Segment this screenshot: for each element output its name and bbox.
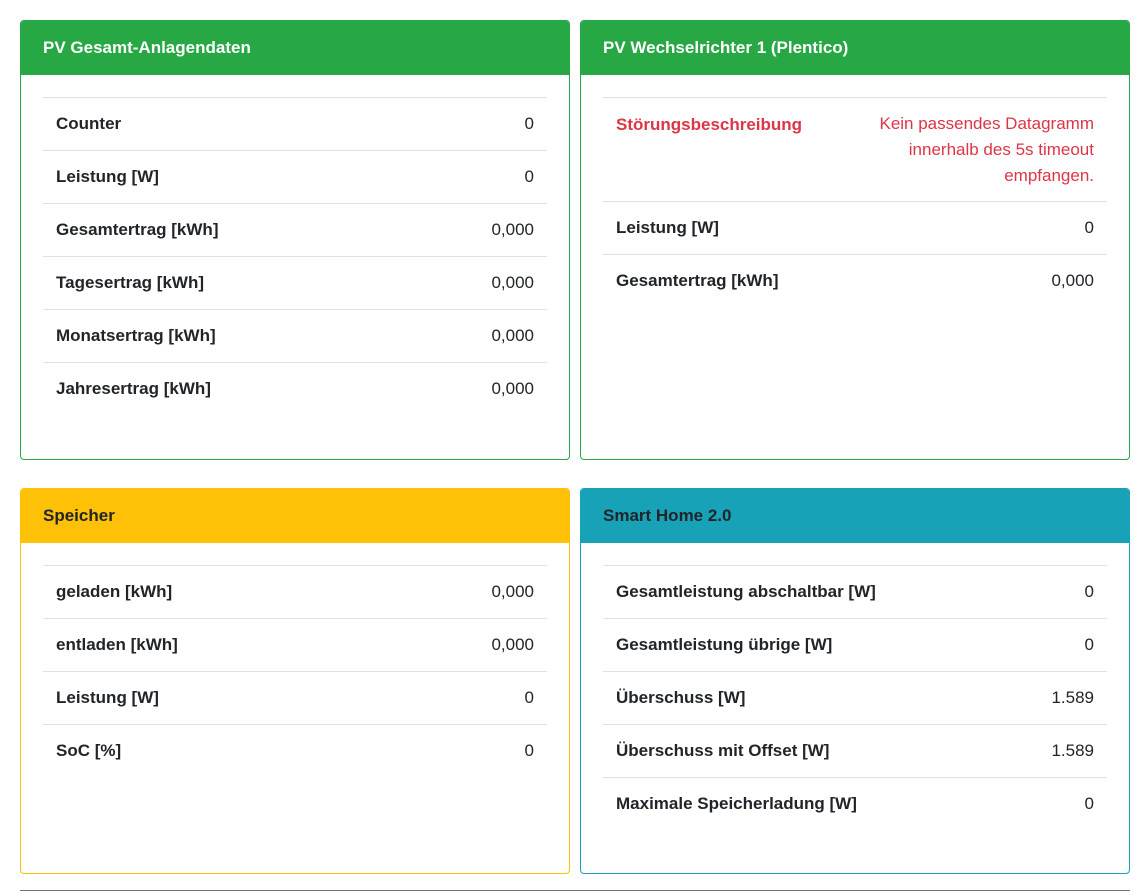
inverter-power-value: 0 (833, 201, 1107, 255)
fault-value-cell: Kein passendes Datagramm innerhalb des 5… (833, 97, 1107, 202)
smarthome-title: Smart Home 2.0 (603, 506, 732, 525)
total-yield-label: Gesamtertrag [kWh] (43, 203, 413, 257)
yearly-yield-value: 0,000 (412, 362, 547, 416)
soc-label: SoC [%] (43, 724, 388, 778)
other-power-label: Gesamtleistung übrige [W] (603, 618, 1010, 672)
smarthome-card: Smart Home 2.0 Gesamtleistung abschaltba… (580, 488, 1130, 874)
inverter-total-yield-label: Gesamtertrag [kWh] (603, 254, 834, 308)
surplus-offset-value: 1.589 (1009, 724, 1107, 778)
charged-label: geladen [kWh] (43, 565, 388, 619)
storage-body: geladen [kWh] 0,000 entladen [kWh] 0,000… (21, 543, 569, 778)
fault-description: Kein passendes Datagramm innerhalb des 5… (879, 114, 1094, 185)
inverter-title: PV Wechselrichter 1 (Plentico) (603, 38, 849, 57)
power-label: Leistung [W] (43, 150, 413, 204)
table-row: Counter 0 (43, 97, 547, 151)
storage-power-value: 0 (387, 671, 547, 725)
monthly-yield-label: Monatsertrag [kWh] (43, 309, 413, 363)
table-row: entladen [kWh] 0,000 (43, 618, 547, 672)
table-row: SoC [%] 0 (43, 724, 547, 778)
switchable-power-value: 0 (1009, 565, 1107, 619)
pv-total-header: PV Gesamt-Anlagendaten (21, 21, 569, 75)
table-row: Monatsertrag [kWh] 0,000 (43, 309, 547, 363)
pv-total-table: Counter 0 Leistung [W] 0 Gesamtertrag [k… (43, 97, 547, 416)
smarthome-table: Gesamtleistung abschaltbar [W] 0 Gesamtl… (603, 565, 1107, 831)
bottom-divider (20, 890, 1130, 891)
discharged-label: entladen [kWh] (43, 618, 388, 672)
fault-row: Störungsbeschreibung Kein passendes Data… (603, 97, 1107, 202)
table-row: Tagesertrag [kWh] 0,000 (43, 256, 547, 310)
storage-title: Speicher (43, 506, 115, 525)
max-storage-charge-value: 0 (1009, 777, 1107, 831)
table-row: Jahresertrag [kWh] 0,000 (43, 362, 547, 416)
storage-power-label: Leistung [W] (43, 671, 388, 725)
inverter-header: PV Wechselrichter 1 (Plentico) (581, 21, 1129, 75)
table-row: Gesamtleistung übrige [W] 0 (603, 618, 1107, 672)
surplus-offset-label: Überschuss mit Offset [W] (603, 724, 1010, 778)
pv-total-card: PV Gesamt-Anlagendaten Counter 0 Leistun… (20, 20, 570, 460)
counter-value: 0 (412, 97, 547, 151)
inverter-card: PV Wechselrichter 1 (Plentico) Störungsb… (580, 20, 1130, 460)
daily-yield-label: Tagesertrag [kWh] (43, 256, 413, 310)
power-value: 0 (412, 150, 547, 204)
table-row: Gesamtleistung abschaltbar [W] 0 (603, 565, 1107, 619)
pv-total-body: Counter 0 Leistung [W] 0 Gesamtertrag [k… (21, 75, 569, 416)
pv-total-title: PV Gesamt-Anlagendaten (43, 38, 251, 57)
inverter-table: Störungsbeschreibung Kein passendes Data… (603, 97, 1107, 308)
table-row: Gesamtertrag [kWh] 0,000 (43, 203, 547, 257)
table-row: Leistung [W] 0 (43, 671, 547, 725)
other-power-value: 0 (1009, 618, 1107, 672)
table-row: Maximale Speicherladung [W] 0 (603, 777, 1107, 831)
table-row: Leistung [W] 0 (43, 150, 547, 204)
storage-table: geladen [kWh] 0,000 entladen [kWh] 0,000… (43, 565, 547, 778)
max-storage-charge-label: Maximale Speicherladung [W] (603, 777, 1010, 831)
discharged-value: 0,000 (387, 618, 547, 672)
table-row: Überschuss [W] 1.589 (603, 671, 1107, 725)
inverter-body: Störungsbeschreibung Kein passendes Data… (581, 75, 1129, 308)
inverter-power-label: Leistung [W] (603, 201, 834, 255)
table-row: Leistung [W] 0 (603, 201, 1107, 255)
counter-label: Counter (43, 97, 413, 151)
monthly-yield-value: 0,000 (412, 309, 547, 363)
switchable-power-label: Gesamtleistung abschaltbar [W] (603, 565, 1010, 619)
total-yield-value: 0,000 (412, 203, 547, 257)
charged-value: 0,000 (387, 565, 547, 619)
smarthome-body: Gesamtleistung abschaltbar [W] 0 Gesamtl… (581, 543, 1129, 831)
table-row: geladen [kWh] 0,000 (43, 565, 547, 619)
table-row: Gesamtertrag [kWh] 0,000 (603, 254, 1107, 308)
table-row: Überschuss mit Offset [W] 1.589 (603, 724, 1107, 778)
surplus-label: Überschuss [W] (603, 671, 1010, 725)
fault-label: Störungsbeschreibung (603, 97, 834, 202)
soc-value: 0 (387, 724, 547, 778)
inverter-total-yield-value: 0,000 (833, 254, 1107, 308)
storage-header: Speicher (21, 489, 569, 543)
daily-yield-value: 0,000 (412, 256, 547, 310)
storage-card: Speicher geladen [kWh] 0,000 entladen [k… (20, 488, 570, 874)
smarthome-header: Smart Home 2.0 (581, 489, 1129, 543)
yearly-yield-label: Jahresertrag [kWh] (43, 362, 413, 416)
surplus-value: 1.589 (1009, 671, 1107, 725)
